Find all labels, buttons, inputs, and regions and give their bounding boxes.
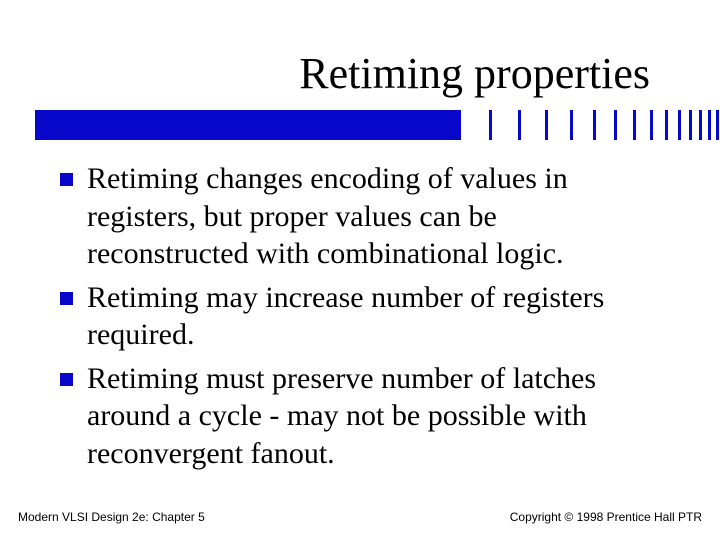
divider-tick	[689, 110, 692, 140]
square-bullet-icon	[60, 292, 73, 305]
divider-tick	[716, 110, 719, 140]
divider-tick	[678, 110, 681, 140]
divider-bar	[35, 110, 685, 140]
divider-tick	[458, 110, 461, 140]
divider-tick	[708, 110, 711, 140]
divider-tick	[650, 110, 653, 140]
divider-tick	[545, 110, 548, 140]
bullet-text: Retiming may increase number of register…	[87, 279, 665, 354]
slide-title: Retiming properties	[299, 48, 650, 99]
divider-tick	[614, 110, 617, 140]
divider-tick	[633, 110, 636, 140]
divider-tick	[518, 110, 521, 140]
divider-tick	[665, 110, 668, 140]
list-item: Retiming must preserve number of latches…	[60, 360, 665, 473]
divider-solid	[35, 110, 458, 140]
slide: Retiming properties Retiming changes enc…	[0, 0, 720, 540]
list-item: Retiming may increase number of register…	[60, 279, 665, 354]
footer-left: Modern VLSI Design 2e: Chapter 5	[18, 510, 205, 524]
divider-tick	[489, 110, 492, 140]
footer-right: Copyright © 1998 Prentice Hall PTR	[510, 510, 702, 524]
divider-tick	[570, 110, 573, 140]
bullet-text: Retiming changes encoding of values in r…	[87, 160, 665, 273]
divider-tick	[593, 110, 596, 140]
list-item: Retiming changes encoding of values in r…	[60, 160, 665, 273]
bullet-text: Retiming must preserve number of latches…	[87, 360, 665, 473]
square-bullet-icon	[60, 373, 73, 386]
divider-ticks	[458, 110, 686, 140]
square-bullet-icon	[60, 173, 73, 186]
body: Retiming changes encoding of values in r…	[60, 160, 665, 478]
divider-tick	[699, 110, 702, 140]
